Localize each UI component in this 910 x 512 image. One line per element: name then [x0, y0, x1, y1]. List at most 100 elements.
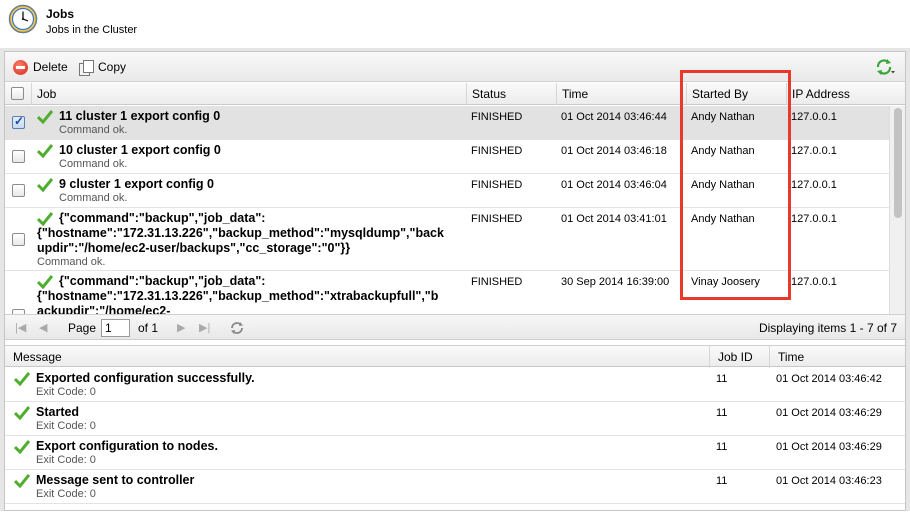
- select-all-column: [5, 83, 32, 105]
- job-title: 9 cluster 1 export config 0: [59, 177, 214, 191]
- column-header-time[interactable]: Time: [557, 83, 687, 105]
- job-title-line-2: {"hostname":"172.31.13.226","backup_meth…: [37, 226, 444, 240]
- clock-icon: [8, 4, 38, 34]
- message-job-id: 11: [716, 407, 728, 419]
- job-time: 01 Oct 2014 03:41:01: [561, 213, 667, 225]
- copy-button[interactable]: Copy: [79, 59, 126, 76]
- success-check-icon: [37, 275, 53, 289]
- page-title: Jobs: [46, 7, 75, 21]
- jobs-grid-body: 11 cluster 1 export config 0 Command ok.…: [5, 106, 889, 320]
- table-row[interactable]: {"command":"backup","job_data": {"hostna…: [5, 271, 889, 320]
- job-status: FINISHED: [471, 276, 523, 288]
- column-header-job-id[interactable]: Job ID: [710, 346, 770, 368]
- job-time: 01 Oct 2014 03:46:44: [561, 111, 667, 123]
- row-checkbox[interactable]: [12, 233, 25, 246]
- jobs-grid-header: Job Status Time Started By IP Address: [5, 83, 905, 105]
- messages-grid-body: Exported configuration successfully. Exi…: [5, 368, 905, 512]
- refresh-icon[interactable]: [229, 320, 245, 336]
- column-header-message[interactable]: Message: [5, 346, 710, 368]
- list-item[interactable]: Exported configuration successfully. Exi…: [5, 368, 905, 402]
- job-title-line-2: {"hostname":"172.31.13.226","backup_meth…: [37, 289, 439, 303]
- job-status: FINISHED: [471, 179, 523, 191]
- last-page-icon[interactable]: ▶|: [199, 321, 210, 334]
- job-ip: 127.0.0.1: [791, 145, 837, 157]
- job-ip: 127.0.0.1: [791, 111, 837, 123]
- success-check-icon: [37, 178, 53, 192]
- jobs-toolbar: Delete Copy: [5, 52, 905, 82]
- message-title: Export configuration to nodes.: [36, 439, 218, 453]
- message-title: Exported configuration successfully.: [36, 371, 255, 385]
- next-page-icon[interactable]: ▶: [177, 321, 185, 334]
- success-check-icon: [14, 440, 30, 454]
- pagination-toolbar: |◀ ◀ Page of 1 ▶ ▶| Displaying items 1 -…: [5, 314, 905, 340]
- job-title: 10 cluster 1 export config 0: [59, 143, 221, 157]
- message-title: Message sent to controller: [36, 473, 195, 487]
- page-header: Jobs Jobs in the Cluster: [0, 0, 910, 48]
- pagination-summary: Displaying items 1 - 7 of 7: [758, 321, 897, 335]
- row-checkbox[interactable]: [12, 150, 25, 163]
- delete-label: Delete: [33, 60, 68, 74]
- column-header-ip-address[interactable]: IP Address: [787, 83, 887, 105]
- message-job-id: 11: [716, 373, 728, 385]
- list-item[interactable]: Message sent to controller Exit Code: 0 …: [5, 470, 905, 504]
- job-status: FINISHED: [471, 111, 523, 123]
- delete-icon: [13, 59, 28, 75]
- row-checkbox[interactable]: [12, 184, 25, 197]
- job-started-by: Andy Nathan: [691, 179, 755, 191]
- column-header-message-time[interactable]: Time: [770, 346, 905, 368]
- job-result: Command ok.: [59, 192, 128, 204]
- success-check-icon: [37, 212, 53, 226]
- list-item[interactable]: Export configuration to nodes. Exit Code…: [5, 436, 905, 470]
- message-time: 01 Oct 2014 03:46:29: [776, 407, 882, 419]
- jobs-scrollbar[interactable]: [889, 106, 905, 320]
- job-title-line-1: {"command":"backup","job_data":: [59, 274, 266, 288]
- message-time: 01 Oct 2014 03:46:23: [776, 475, 882, 487]
- table-row[interactable]: 11 cluster 1 export config 0 Command ok.…: [5, 106, 889, 140]
- page-number-input[interactable]: [101, 319, 130, 337]
- list-item[interactable]: Started Exit Code: 0 11 01 Oct 2014 03:4…: [5, 402, 905, 436]
- message-job-id: 11: [716, 441, 728, 453]
- message-time: 01 Oct 2014 03:46:29: [776, 441, 882, 453]
- message-job-id: 11: [716, 475, 728, 487]
- job-started-by: Andy Nathan: [691, 145, 755, 157]
- messages-grid-header: Message Job ID Time: [5, 345, 905, 368]
- refresh-options-icon[interactable]: [875, 58, 895, 76]
- job-started-by: Andy Nathan: [691, 111, 755, 123]
- success-check-icon: [14, 406, 30, 420]
- delete-button[interactable]: Delete: [13, 59, 68, 75]
- job-title-line-3: updir":"/home/ec2-user/backups","cc_stor…: [37, 241, 351, 255]
- job-title: 11 cluster 1 export config 0: [59, 109, 221, 123]
- job-ip: 127.0.0.1: [791, 179, 837, 191]
- table-row[interactable]: 9 cluster 1 export config 0 Command ok. …: [5, 174, 889, 208]
- job-time: 30 Sep 2014 16:39:00: [561, 276, 670, 288]
- page-count-label: of 1: [138, 321, 159, 335]
- first-page-icon[interactable]: |◀: [15, 321, 26, 334]
- success-check-icon: [14, 474, 30, 488]
- select-all-checkbox[interactable]: [11, 87, 24, 100]
- message-exit-code: Exit Code: 0: [36, 488, 96, 500]
- job-result: Command ok.: [37, 256, 106, 268]
- job-result: Command ok.: [59, 124, 128, 136]
- jobs-panel: Delete Copy Job Status Time Started By I…: [4, 51, 906, 511]
- scrollbar-thumb[interactable]: [894, 108, 902, 218]
- job-ip: 127.0.0.1: [791, 276, 837, 288]
- success-check-icon: [37, 110, 53, 124]
- table-row[interactable]: {"command":"backup","job_data": {"hostna…: [5, 208, 889, 271]
- table-row[interactable]: 10 cluster 1 export config 0 Command ok.…: [5, 140, 889, 174]
- column-header-status[interactable]: Status: [467, 83, 557, 105]
- page-subtitle: Jobs in the Cluster: [46, 24, 138, 36]
- copy-icon: [79, 60, 94, 76]
- message-exit-code: Exit Code: 0: [36, 386, 96, 398]
- column-header-started-by[interactable]: Started By: [687, 83, 787, 105]
- message-exit-code: Exit Code: 0: [36, 454, 96, 466]
- job-started-by: Vinay Joosery: [691, 276, 760, 288]
- job-status: FINISHED: [471, 213, 523, 225]
- column-header-job[interactable]: Job: [32, 83, 467, 105]
- message-title: Started: [36, 405, 80, 419]
- row-checkbox[interactable]: [12, 114, 25, 129]
- job-result: Command ok.: [59, 158, 128, 170]
- prev-page-icon[interactable]: ◀: [39, 321, 47, 334]
- page-label: Page: [68, 321, 97, 335]
- success-check-icon: [37, 144, 53, 158]
- message-time: 01 Oct 2014 03:46:42: [776, 373, 882, 385]
